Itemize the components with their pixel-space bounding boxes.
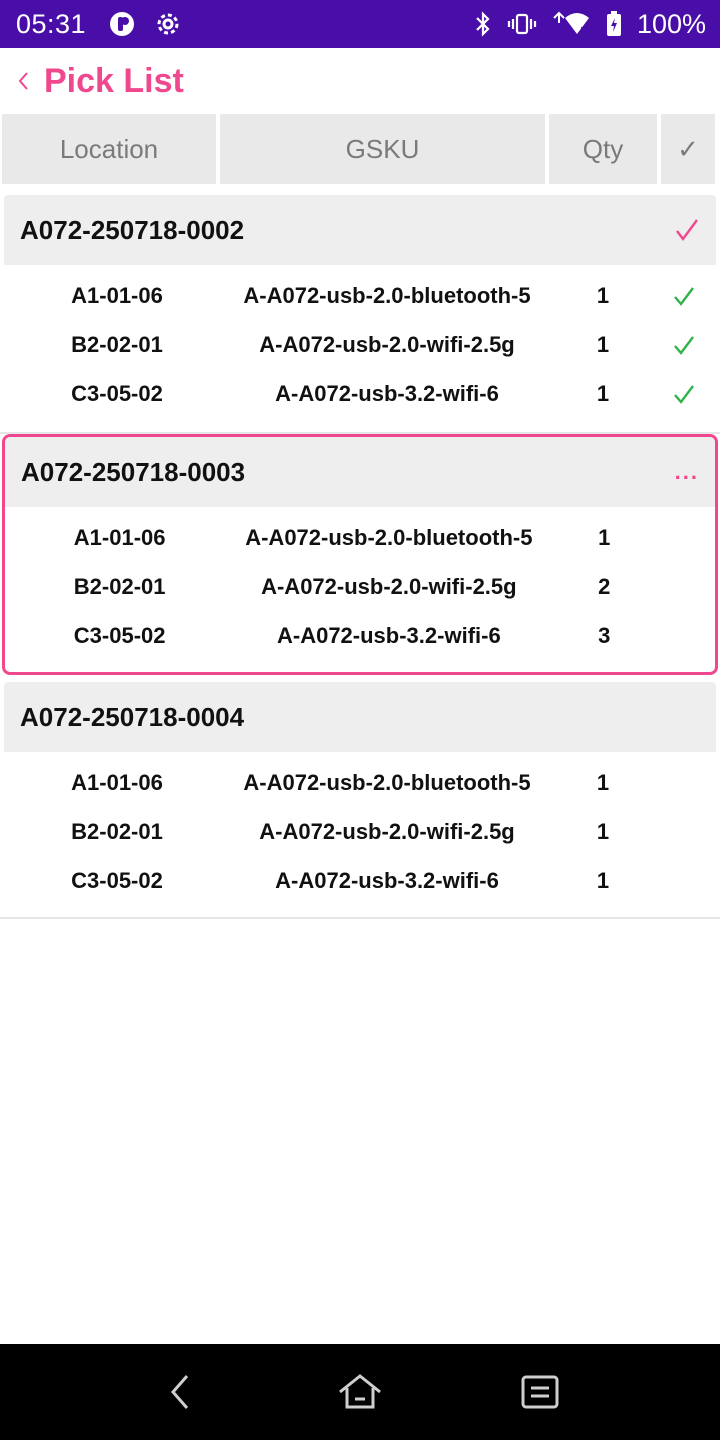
item-qty: 1 [596, 769, 610, 795]
divider [0, 917, 720, 919]
item-location: B2-02-01 [71, 331, 163, 357]
bluetooth-icon [473, 10, 493, 38]
item-qty: 1 [596, 282, 610, 308]
item-gsku: A-A072-usb-2.0-wifi-2.5g [261, 573, 517, 599]
item-qty: 1 [596, 380, 610, 406]
table-row[interactable]: C3-05-02 A-A072-usb-3.2-wifi-6 1 [2, 369, 718, 418]
item-gsku: A-A072-usb-2.0-wifi-2.5g [259, 331, 515, 357]
item-gsku: A-A072-usb-2.0-bluetooth-5 [243, 282, 531, 308]
table-row[interactable]: A1-01-06 A-A072-usb-2.0-bluetooth-5 1 [5, 513, 715, 562]
app-bar: Pick List [0, 48, 720, 114]
nav-home-icon[interactable] [270, 1344, 450, 1440]
order-done-check-icon [674, 217, 700, 243]
table-row[interactable]: B2-02-01 A-A072-usb-2.0-wifi-2.5g 2 [5, 562, 715, 611]
column-qty: Qty [549, 114, 657, 184]
item-location: C3-05-02 [71, 867, 163, 893]
in-progress-indicator: ... [674, 459, 699, 484]
order-header: A072-250718-0004 [4, 682, 716, 752]
item-qty: 1 [596, 818, 610, 844]
table-row[interactable]: C3-05-02 A-A072-usb-3.2-wifi-6 3 [5, 611, 715, 660]
nav-recents-icon[interactable] [450, 1344, 630, 1440]
battery-percent: 100% [636, 8, 706, 39]
order-id: A072-250718-0003 [21, 456, 246, 487]
table-row[interactable]: B2-02-01 A-A072-usb-2.0-wifi-2.5g 1 [2, 807, 718, 856]
column-location: Location [2, 114, 216, 184]
item-gsku: A-A072-usb-2.0-wifi-2.5g [259, 818, 515, 844]
vibrate-icon [507, 10, 537, 38]
item-gsku: A-A072-usb-2.0-bluetooth-5 [245, 524, 533, 550]
table-row[interactable]: B2-02-01 A-A072-usb-2.0-wifi-2.5g 1 [2, 320, 718, 369]
order-id: A072-250718-0004 [20, 701, 245, 732]
page-title: Pick List [44, 61, 184, 100]
item-qty: 2 [598, 573, 611, 599]
picked-check-icon [654, 285, 714, 307]
item-qty: 1 [596, 867, 610, 893]
item-gsku: A-A072-usb-3.2-wifi-6 [276, 622, 501, 648]
nav-back-icon[interactable] [90, 1344, 270, 1440]
column-gsku: GSKU [220, 114, 545, 184]
item-location: B2-02-01 [73, 573, 166, 599]
order-header: A072-250718-0002 [4, 195, 716, 265]
table-row[interactable]: C3-05-02 A-A072-usb-3.2-wifi-6 1 [2, 856, 718, 905]
item-qty: 1 [598, 524, 611, 550]
settings-icon [154, 10, 182, 38]
item-location: C3-05-02 [73, 622, 166, 648]
order-card[interactable]: A072-250718-0004 A1-01-06 A-A072-usb-2.0… [2, 682, 718, 905]
order-id: A072-250718-0002 [20, 214, 245, 245]
navigation-bar [0, 1344, 720, 1440]
item-gsku: A-A072-usb-2.0-bluetooth-5 [243, 769, 531, 795]
column-check: ✓ [661, 114, 715, 184]
table-row[interactable]: A1-01-06 A-A072-usb-2.0-bluetooth-5 1 [2, 271, 718, 320]
item-location: C3-05-02 [71, 380, 163, 406]
item-gsku: A-A072-usb-3.2-wifi-6 [275, 380, 499, 406]
status-bar: 05:31 5 100% [0, 0, 720, 48]
table-row[interactable]: A1-01-06 A-A072-usb-2.0-bluetooth-5 1 [2, 758, 718, 807]
picked-check-icon [654, 383, 714, 405]
order-card-selected[interactable]: A072-250718-0003 ... A1-01-06 A-A072-usb… [2, 434, 718, 675]
item-qty: 3 [598, 622, 611, 648]
item-gsku: A-A072-usb-3.2-wifi-6 [275, 867, 499, 893]
column-header: Location GSKU Qty ✓ [0, 114, 720, 186]
battery-icon [605, 10, 623, 38]
item-qty: 1 [596, 331, 610, 357]
item-location: B2-02-01 [71, 818, 163, 844]
app-badge-icon [108, 10, 136, 38]
item-location: A1-01-06 [71, 769, 163, 795]
status-time: 05:31 [16, 8, 87, 39]
item-location: A1-01-06 [73, 524, 166, 550]
wifi-icon: 5 [551, 10, 591, 38]
order-card[interactable]: A072-250718-0002 A1-01-06 A-A072-usb-2.0… [2, 195, 718, 418]
item-location: A1-01-06 [71, 282, 163, 308]
order-header: A072-250718-0003 ... [5, 437, 715, 507]
svg-text:5: 5 [580, 26, 586, 37]
picked-check-icon [654, 334, 714, 356]
back-chevron-icon[interactable] [16, 66, 38, 96]
